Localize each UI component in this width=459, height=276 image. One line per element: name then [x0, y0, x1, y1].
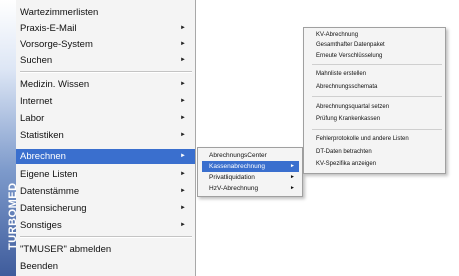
flyout-separator: [312, 64, 442, 65]
flyout-item-abrechnungsschemata[interactable]: Abrechnungsschemata: [316, 82, 442, 92]
flyout-item-kv-abrechnung[interactable]: KV-Abrechnung: [316, 30, 442, 40]
submenu-arrow-icon: ►: [180, 222, 186, 228]
submenu-arrow-icon: ►: [290, 174, 295, 180]
submenu-item-abrechnungscenter[interactable]: AbrechnungsCenter: [202, 150, 299, 161]
submenu-arrow-icon: ►: [180, 57, 186, 63]
flyout-separator: [312, 129, 442, 130]
menu-item-label: Labor: [20, 113, 45, 124]
submenu-arrow-icon: ►: [180, 153, 186, 159]
menu-item-label: Internet: [20, 96, 53, 107]
menu-item-label: Sonstiges: [20, 220, 62, 231]
submenu-item-label: Kassenabrechnung: [209, 163, 266, 170]
start-menu: TURBOMED Wartezimmerlisten Praxis-E-Mail…: [0, 0, 196, 276]
menu-item-label: Datensicherung: [20, 203, 87, 214]
submenu-arrow-icon: ►: [290, 185, 295, 191]
menu-item-label: Suchen: [20, 55, 53, 66]
flyout-item-erneute-verschluesselung[interactable]: Erneute Verschlüsselung: [316, 51, 442, 61]
menu-item-label: Statistiken: [20, 130, 64, 141]
menu-item-label: Medizin. Wissen: [20, 79, 90, 90]
abrechnen-submenu: AbrechnungsCenter Kassenabrechnung ► Pri…: [197, 147, 303, 197]
menu-item-praxis-email[interactable]: Praxis-E-Mail ►: [16, 21, 195, 36]
menu-separator: [20, 71, 192, 73]
submenu-arrow-icon: ►: [180, 132, 186, 138]
menu-item-label: Beenden: [20, 261, 59, 272]
submenu-item-label: AbrechnungsCenter: [209, 152, 267, 159]
menu-item-label: Wartezimmerlisten: [20, 7, 99, 18]
menu-item-label: "TMUSER" abmelden: [20, 244, 112, 255]
menu-item-label: Abrechnen: [20, 151, 66, 162]
menu-item-label: Datenstämme: [20, 186, 80, 197]
submenu-item-label: HzV-Abrechnung: [209, 185, 259, 192]
flyout-item-gesamthafter-datenpaket[interactable]: Gesamthafter Datenpaket: [316, 40, 442, 50]
menu-item-medizin-wissen[interactable]: Medizin. Wissen ►: [16, 77, 195, 92]
flyout-item-kv-spezifika-anzeigen[interactable]: KV-Spezifika anzeigen: [316, 159, 442, 169]
menu-item-beenden[interactable]: Beenden: [16, 259, 195, 274]
menu-item-label: Eigene Listen: [20, 169, 78, 180]
menu-item-abrechnen[interactable]: Abrechnen ►: [16, 149, 195, 164]
submenu-item-label: Privatliquidation: [209, 174, 255, 181]
submenu-arrow-icon: ►: [180, 41, 186, 47]
flyout-separator: [312, 96, 442, 97]
submenu-arrow-icon: ►: [180, 98, 186, 104]
menu-item-labor[interactable]: Labor ►: [16, 111, 195, 126]
submenu-item-hzv-abrechnung[interactable]: HzV-Abrechnung ►: [202, 183, 299, 194]
submenu-arrow-icon: ►: [180, 205, 186, 211]
submenu-arrow-icon: ►: [180, 81, 186, 87]
menu-item-statistiken[interactable]: Statistiken ►: [16, 128, 195, 143]
menu-item-vorsorge-system[interactable]: Vorsorge-System ►: [16, 37, 195, 52]
menu-item-internet[interactable]: Internet ►: [16, 94, 195, 109]
menu-item-datenstaemme[interactable]: Datenstämme ►: [16, 184, 195, 199]
flyout-item-abrechnungsquartal-setzen[interactable]: Abrechnungsquartal setzen: [316, 102, 442, 112]
flyout-item-fehlerprotokolle[interactable]: Fehlerprotokolle und andere Listen: [316, 134, 442, 144]
flyout-item-mahnliste-erstellen[interactable]: Mahnliste erstellen: [316, 69, 442, 79]
menu-item-abmelden[interactable]: "TMUSER" abmelden: [16, 242, 195, 257]
submenu-arrow-icon: ►: [180, 171, 186, 177]
flyout-item-dt-daten-betrachten[interactable]: DT-Daten betrachten: [316, 147, 442, 157]
flyout-item-pruefung-krankenkassen[interactable]: Prüfung Krankenkassen: [316, 114, 442, 124]
submenu-item-kassenabrechnung[interactable]: Kassenabrechnung ►: [202, 161, 299, 172]
menu-separator: [20, 236, 192, 238]
submenu-arrow-icon: ►: [180, 115, 186, 121]
menu-item-label: Vorsorge-System: [20, 39, 93, 50]
submenu-arrow-icon: ►: [180, 188, 186, 194]
brand-strip: TURBOMED: [0, 0, 19, 276]
menu-item-label: Praxis-E-Mail: [20, 23, 77, 34]
submenu-item-privatliquidation[interactable]: Privatliquidation ►: [202, 172, 299, 183]
menu-item-datensicherung[interactable]: Datensicherung ►: [16, 201, 195, 216]
kassenabrechnung-flyout: KV-Abrechnung Gesamthafter Datenpaket Er…: [303, 27, 446, 174]
submenu-arrow-icon: ►: [290, 163, 295, 169]
menu-item-eigene-listen[interactable]: Eigene Listen ►: [16, 167, 195, 182]
menu-item-sonstiges[interactable]: Sonstiges ►: [16, 218, 195, 233]
menu-item-wartezimmerlisten[interactable]: Wartezimmerlisten: [16, 5, 195, 20]
menu-item-suchen[interactable]: Suchen ►: [16, 53, 195, 68]
submenu-arrow-icon: ►: [180, 25, 186, 31]
